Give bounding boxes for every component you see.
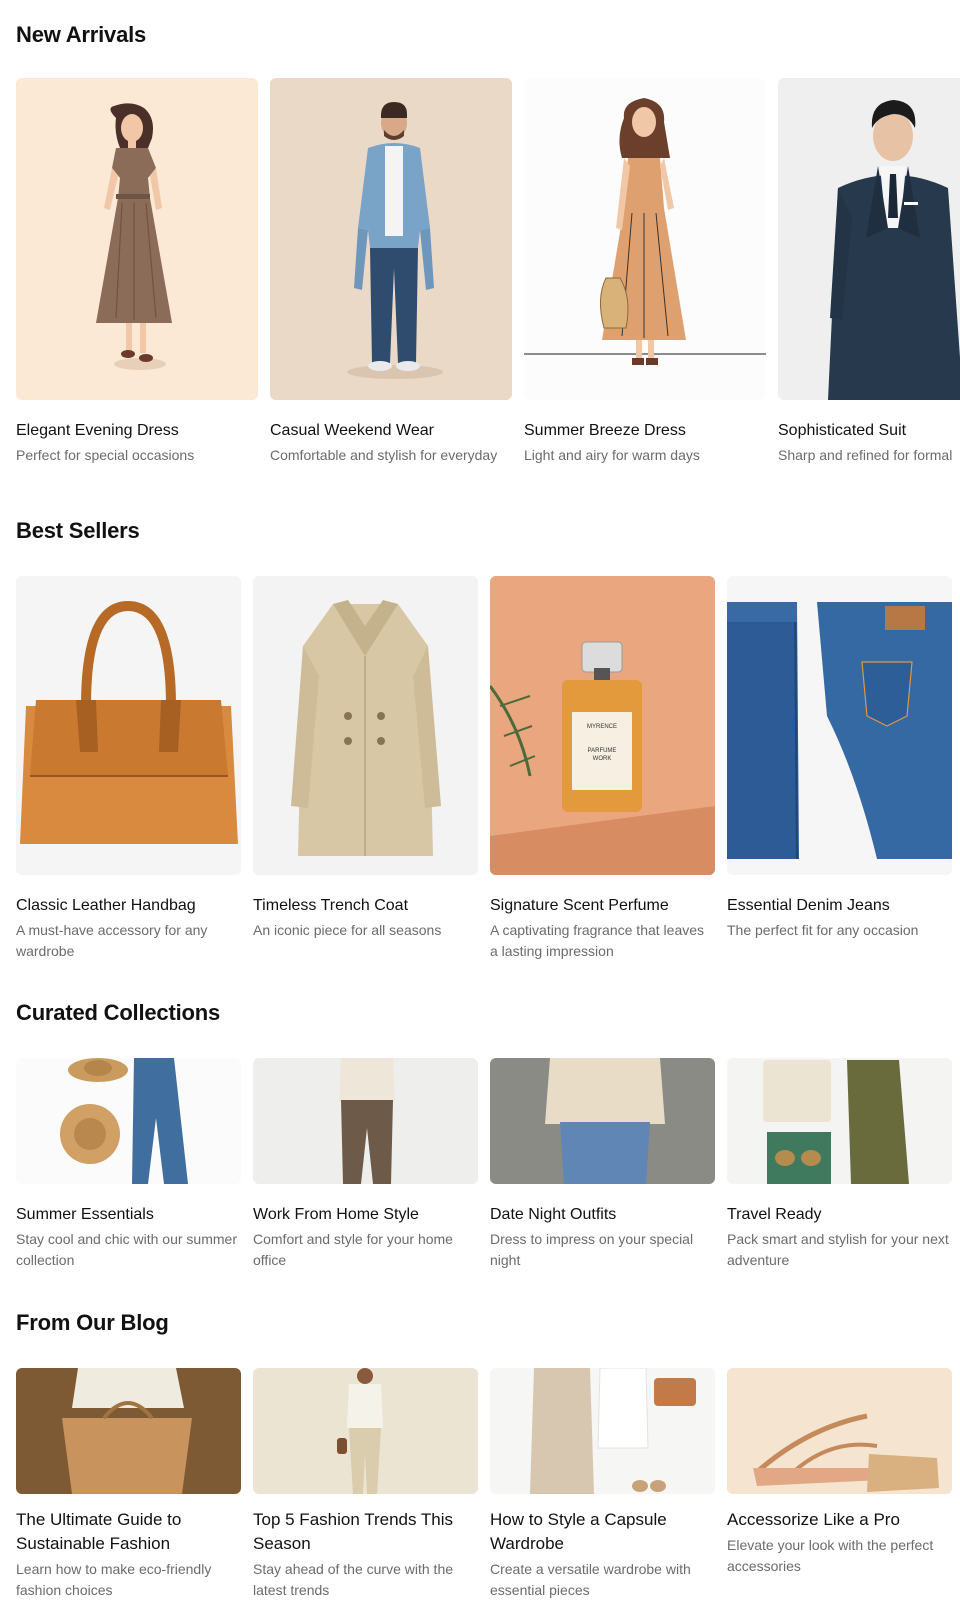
blog-post-excerpt: Create a versatile wardrobe with essenti… [490,1561,691,1598]
product-description: Light and airy for warm days [524,447,700,463]
product-card-leather-handbag[interactable]: Classic Leather Handbag A must-have acce… [16,576,241,962]
perfume-label-text: MYRENCE [587,724,617,730]
blog-row: The Ultimate Guide to Sustainable Fashio… [16,1368,960,1601]
product-image-handbag[interactable] [16,576,241,875]
collection-description: Stay cool and chic with our summer colle… [16,1231,237,1268]
product-description: The perfect fit for any occasion [727,922,919,938]
collection-image-date-night[interactable] [490,1058,715,1184]
product-name[interactable]: Sophisticated Suit [778,420,960,442]
product-name[interactable]: Signature Scent Perfume [490,895,715,917]
product-description: An iconic piece for all seasons [253,922,442,938]
product-card-denim-jeans[interactable]: Essential Denim Jeans The perfect fit fo… [727,576,952,962]
product-card-summer-breeze-dress[interactable]: Summer Breeze Dress Light and airy for w… [524,78,766,466]
curated-collections-row: Summer Essentials Stay cool and chic wit… [16,1058,960,1271]
collection-name[interactable]: Summer Essentials [16,1204,241,1226]
product-card-sophisticated-suit[interactable]: Sophisticated Suit Sharp and refined for… [778,78,960,466]
product-image-evening-dress[interactable] [16,78,258,400]
product-description: A must-have accessory for any wardrobe [16,922,208,959]
section-title-new-arrivals: New Arrivals [16,22,147,47]
collection-description: Dress to impress on your special night [490,1231,694,1268]
collection-card-summer-essentials[interactable]: Summer Essentials Stay cool and chic wit… [16,1058,241,1271]
product-card-perfume[interactable]: MYRENCE PARFUME WORK Signature Scent Per… [490,576,715,962]
product-name[interactable]: Summer Breeze Dress [524,420,766,442]
product-description: Perfect for special occasions [16,447,195,463]
blog-post-excerpt: Learn how to make eco-friendly fashion c… [16,1561,212,1598]
perfume-label-text: WORK [593,756,612,762]
product-card-casual-weekend-wear[interactable]: Casual Weekend Wear Comfortable and styl… [270,78,512,466]
collection-name[interactable]: Date Night Outfits [490,1204,715,1226]
blog-card-sustainable-fashion[interactable]: The Ultimate Guide to Sustainable Fashio… [16,1368,241,1601]
collection-card-travel-ready[interactable]: Travel Ready Pack smart and stylish for … [727,1058,952,1271]
perfume-label-text: PARFUME [588,748,617,754]
product-name[interactable]: Timeless Trench Coat [253,895,478,917]
product-image-jeans[interactable] [727,576,952,875]
blog-card-capsule-wardrobe[interactable]: How to Style a Capsule Wardrobe Create a… [490,1368,715,1601]
blog-post-title[interactable]: Accessorize Like a Pro [727,1508,952,1532]
section-title-blog: From Our Blog [16,1310,169,1335]
blog-post-excerpt: Elevate your look with the perfect acces… [727,1537,934,1574]
blog-card-accessorize[interactable]: Accessorize Like a Pro Elevate your look… [727,1368,952,1601]
blog-image-capsule[interactable] [490,1368,715,1494]
blog-post-title[interactable]: Top 5 Fashion Trends This Season [253,1508,478,1556]
blog-image-accessorize[interactable] [727,1368,952,1494]
blog-card-fashion-trends[interactable]: Top 5 Fashion Trends This Season Stay ah… [253,1368,478,1601]
collection-card-date-night[interactable]: Date Night Outfits Dress to impress on y… [490,1058,715,1271]
product-name[interactable]: Casual Weekend Wear [270,420,512,442]
blog-post-excerpt: Stay ahead of the curve with the latest … [253,1561,454,1598]
collection-card-work-from-home[interactable]: Work From Home Style Comfort and style f… [253,1058,478,1271]
blog-post-title[interactable]: The Ultimate Guide to Sustainable Fashio… [16,1508,241,1556]
product-name[interactable]: Classic Leather Handbag [16,895,241,917]
collection-image-summer[interactable] [16,1058,241,1184]
product-card-trench-coat[interactable]: Timeless Trench Coat An iconic piece for… [253,576,478,962]
section-title-best-sellers: Best Sellers [16,518,140,543]
blog-image-trends[interactable] [253,1368,478,1494]
product-description: Sharp and refined for formal [778,447,953,463]
best-sellers-row: Classic Leather Handbag A must-have acce… [16,576,960,962]
product-image-perfume[interactable]: MYRENCE PARFUME WORK [490,576,715,875]
product-description: A captivating fragrance that leaves a la… [490,922,705,959]
product-image-suit[interactable] [778,78,960,400]
blog-image-sustainable[interactable] [16,1368,241,1494]
product-image-casual-weekend[interactable] [270,78,512,400]
product-name[interactable]: Essential Denim Jeans [727,895,952,917]
product-image-summer-dress[interactable] [524,78,766,400]
product-description: Comfortable and stylish for everyday [270,447,498,463]
blog-post-title[interactable]: How to Style a Capsule Wardrobe [490,1508,715,1556]
product-name[interactable]: Elegant Evening Dress [16,420,258,442]
collection-image-travel[interactable] [727,1058,952,1184]
collection-name[interactable]: Work From Home Style [253,1204,478,1226]
collection-image-work-from-home[interactable] [253,1058,478,1184]
collection-description: Pack smart and stylish for your next adv… [727,1231,949,1268]
product-image-trench-coat[interactable] [253,576,478,875]
product-card-elegant-evening-dress[interactable]: Elegant Evening Dress Perfect for specia… [16,78,258,466]
new-arrivals-carousel[interactable]: Elegant Evening Dress Perfect for specia… [0,70,960,490]
collection-name[interactable]: Travel Ready [727,1204,952,1226]
new-arrivals-row: Elegant Evening Dress Perfect for specia… [16,78,960,466]
section-title-curated-collections: Curated Collections [16,1000,221,1025]
collection-description: Comfort and style for your home office [253,1231,453,1268]
